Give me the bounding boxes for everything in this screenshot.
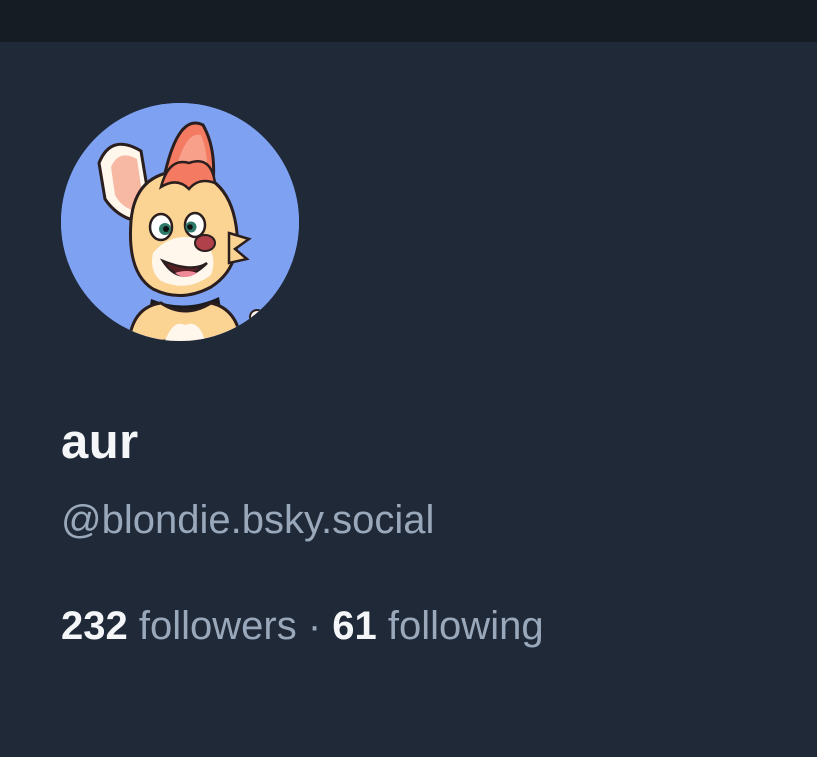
followers-link[interactable]: 232 followers xyxy=(61,604,297,648)
following-label: following xyxy=(387,604,544,648)
followers-count: 232 xyxy=(61,604,128,648)
fox-avatar-illustration xyxy=(61,103,299,341)
followers-label: followers xyxy=(138,604,297,648)
following-link[interactable]: 61 following xyxy=(332,604,543,648)
follow-stats: 232 followers · 61 following xyxy=(61,604,544,649)
profile-handle: @blondie.bsky.social xyxy=(61,498,435,542)
avatar[interactable] xyxy=(61,103,299,341)
display-name: aur xyxy=(61,415,139,469)
following-count: 61 xyxy=(332,604,377,648)
top-bar xyxy=(0,0,817,42)
stats-separator: · xyxy=(307,604,322,648)
profile-card: aur @blondie.bsky.social 232 followers ·… xyxy=(0,42,817,757)
